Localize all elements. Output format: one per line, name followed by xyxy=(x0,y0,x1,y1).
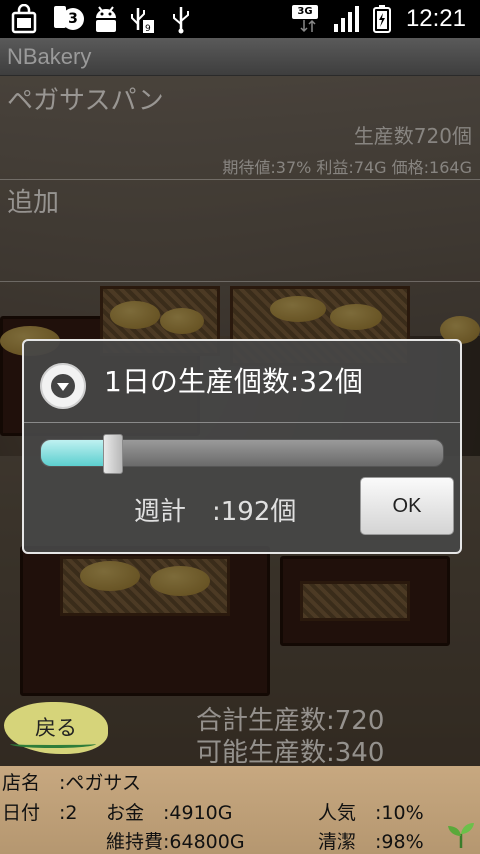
money: お金 :4910G xyxy=(106,802,233,824)
status-bar: 3 9 3G 12:21 xyxy=(0,0,480,38)
list-item-title: ペガサスパン xyxy=(7,86,164,116)
usb-icon: 9 xyxy=(128,4,156,34)
battery-icon xyxy=(372,4,392,34)
production-slider[interactable] xyxy=(40,434,444,474)
possible-production: 可能生産数:340 xyxy=(196,738,385,768)
list-item-production: 生産数720個 xyxy=(353,124,472,148)
list-item-add[interactable]: 追加 xyxy=(0,180,480,282)
day: 日付 :2 xyxy=(2,802,78,824)
data-arrows-icon xyxy=(300,18,316,34)
swoosh-decoration xyxy=(10,740,96,748)
android-debug-icon xyxy=(90,4,122,34)
signal-icon xyxy=(332,4,362,34)
sprout-icon xyxy=(446,818,476,850)
shop-info-panel: 店名 :ペガサス 日付 :2 お金 :4910G 維持費:64800G 人気 :… xyxy=(0,766,480,854)
production-dialog: 1日の生産個数:32個 週計 :192個 OK xyxy=(22,339,462,554)
upkeep: 維持費:64800G xyxy=(106,831,245,853)
list-item[interactable]: ペガサスパン 生産数720個 期待値:37% 利益:74G 価格:164G xyxy=(0,76,480,180)
dialog-title: 1日の生産個数:32個 xyxy=(104,365,363,398)
dialog-header: 1日の生産個数:32個 xyxy=(24,341,460,423)
3g-icon: 3G xyxy=(292,5,318,19)
back-button-label: 戻る xyxy=(35,716,77,740)
shopping-bag-icon xyxy=(10,4,38,34)
status-clock: 12:21 xyxy=(405,5,466,32)
usb-icon xyxy=(168,4,194,34)
shop-name: 店名 :ペガサス xyxy=(2,772,142,794)
notification-count-badge: 3 xyxy=(62,8,84,30)
back-button[interactable]: 戻る xyxy=(4,702,108,754)
app-title: NBakery xyxy=(7,44,92,69)
title-bar: NBakery xyxy=(0,38,480,76)
ok-button[interactable]: OK xyxy=(360,477,454,535)
list-item-add-label: 追加 xyxy=(7,188,60,218)
cleanliness: 清潔 :98% xyxy=(318,831,424,853)
weekly-total: 週計 :192個 xyxy=(134,497,297,527)
svg-text:9: 9 xyxy=(145,24,151,34)
popularity: 人気 :10% xyxy=(318,802,424,824)
list-item-detail: 期待値:37% 利益:74G 価格:164G xyxy=(222,158,472,177)
slider-thumb[interactable] xyxy=(103,434,123,474)
dropdown-arrow-icon xyxy=(40,363,86,409)
